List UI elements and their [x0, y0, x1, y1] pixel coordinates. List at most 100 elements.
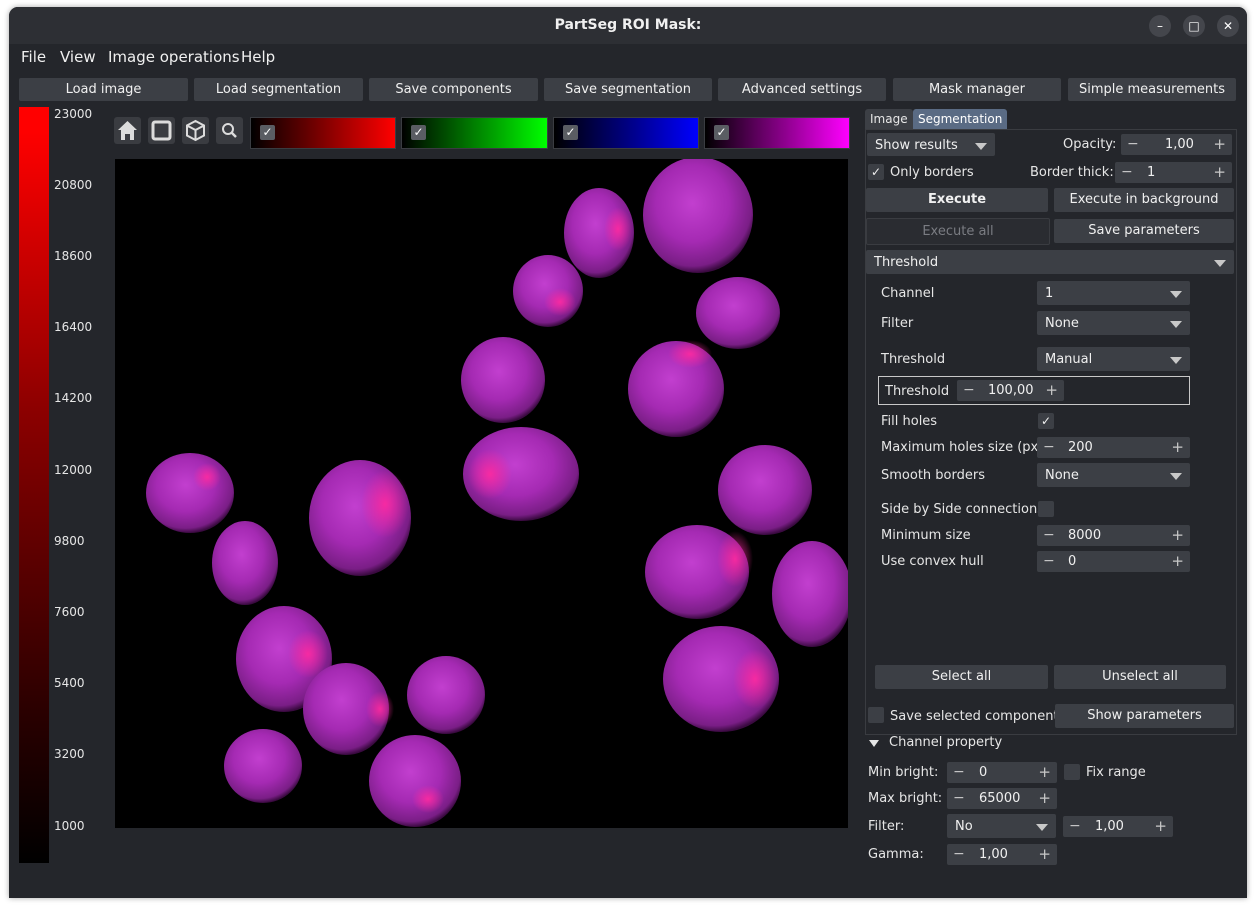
channel-2-colormap[interactable]: ✓ [401, 117, 548, 149]
menu-view[interactable]: View [60, 48, 96, 66]
save-components-button[interactable]: Save components [369, 78, 538, 101]
chevron-down-icon [975, 143, 987, 150]
threshold-value-label: Threshold [885, 384, 950, 399]
load-segmentation-button[interactable]: Load segmentation [194, 78, 363, 101]
title-bar: PartSeg ROI Mask: – □ ✕ [9, 7, 1247, 44]
colorbar-tick: 16400 [54, 320, 93, 334]
threshold-spinbox[interactable]: −100,00 + [957, 380, 1064, 401]
colorbar-tick: 14200 [54, 391, 93, 405]
chevron-down-icon [1170, 291, 1182, 298]
colormap-bar [19, 107, 49, 863]
colorbar-tick: 12000 [54, 463, 93, 477]
colorbar-tick: 20800 [54, 178, 93, 192]
min-bright-label: Min bright: [868, 765, 939, 780]
convex-hull-spinbox[interactable]: −0 + [1037, 551, 1190, 572]
menu-file[interactable]: File [21, 48, 46, 66]
save-parameters-button[interactable]: Save parameters [1054, 219, 1234, 243]
expand-triangle-icon[interactable] [869, 740, 879, 747]
smooth-borders-label: Smooth borders [881, 468, 985, 483]
chevron-down-icon [1214, 260, 1226, 267]
max-holes-label: Maximum holes size (px) [881, 440, 1044, 455]
gamma-label: Gamma: [868, 847, 924, 862]
execute-all-button[interactable]: Execute all [866, 218, 1050, 245]
menu-image-operations[interactable]: Image operations [108, 48, 240, 66]
opacity-spinbox[interactable]: −1,00 + [1121, 134, 1232, 155]
chevron-down-icon [1170, 473, 1182, 480]
save-selected-checkbox[interactable] [868, 707, 884, 723]
chevron-down-icon [1170, 321, 1182, 328]
channel-3-colormap[interactable]: ✓ [553, 117, 699, 149]
filter-sigma-spinbox[interactable]: −1,00 + [1063, 816, 1173, 837]
simple-measurements-button[interactable]: Simple measurements [1068, 78, 1236, 101]
channel-label: Channel [881, 286, 935, 301]
filter-label: Filter [881, 316, 914, 331]
channel-property-header[interactable]: Channel property [889, 735, 1002, 750]
close-button[interactable]: ✕ [1217, 15, 1239, 37]
channel-2-checkbox[interactable]: ✓ [411, 125, 426, 140]
chevron-down-icon [1036, 824, 1048, 831]
convex-hull-label: Use convex hull [881, 554, 984, 569]
advanced-settings-button[interactable]: Advanced settings [718, 78, 886, 101]
maximize-button[interactable]: □ [1183, 15, 1205, 37]
home-icon[interactable] [114, 117, 141, 144]
channel-4-checkbox[interactable]: ✓ [714, 125, 729, 140]
fix-range-checkbox[interactable] [1064, 764, 1080, 780]
channel-combo[interactable]: 1 [1037, 281, 1190, 305]
min-size-label: Minimum size [881, 528, 971, 543]
colorbar-tick: 3200 [54, 747, 85, 761]
show-results-combo[interactable]: Show results [867, 133, 995, 156]
fix-range-label: Fix range [1086, 765, 1146, 780]
opacity-label: Opacity: [1063, 137, 1117, 152]
gamma-spinbox[interactable]: −1,00 + [947, 844, 1057, 865]
max-bright-label: Max bright: [868, 791, 943, 806]
side-by-side-label: Side by Side connections [881, 502, 1044, 517]
only-borders-label: Only borders [890, 165, 974, 180]
execute-button[interactable]: Execute [866, 188, 1048, 212]
chevron-down-icon [1170, 357, 1182, 364]
mask-manager-button[interactable]: Mask manager [893, 78, 1061, 101]
algorithm-combo[interactable]: Threshold [866, 250, 1234, 274]
3d-cube-icon[interactable] [182, 117, 209, 144]
channel-1-colormap[interactable]: ✓ [250, 117, 396, 149]
channel-3-checkbox[interactable]: ✓ [563, 125, 578, 140]
save-segmentation-button[interactable]: Save segmentation [544, 78, 712, 101]
side-by-side-checkbox[interactable] [1038, 501, 1054, 517]
microscopy-image [146, 159, 848, 827]
max-bright-spinbox[interactable]: −65000 + [947, 788, 1057, 809]
tab-image[interactable]: Image [865, 109, 913, 129]
select-all-button[interactable]: Select all [875, 665, 1048, 689]
only-borders-checkbox[interactable]: ✓ [868, 164, 884, 180]
menu-help[interactable]: Help [241, 48, 275, 66]
app-window: PartSeg ROI Mask: – □ ✕ File View Image … [9, 7, 1247, 898]
border-thick-spinbox[interactable]: −1 + [1115, 162, 1232, 183]
filter-property-label: Filter: [868, 819, 905, 834]
threshold-type-label: Threshold [881, 352, 946, 367]
filter-combo[interactable]: None [1037, 311, 1190, 335]
channel-4-colormap[interactable]: ✓ [704, 117, 850, 149]
min-size-spinbox[interactable]: −8000 + [1037, 525, 1190, 546]
colorbar-tick: 18600 [54, 249, 93, 263]
min-bright-spinbox[interactable]: −0 + [947, 762, 1057, 783]
channel-1-checkbox[interactable]: ✓ [260, 125, 275, 140]
colorbar-tick: 7600 [54, 605, 85, 619]
tab-segmentation[interactable]: Segmentation [913, 109, 1008, 129]
minimize-button[interactable]: – [1149, 15, 1171, 37]
unselect-all-button[interactable]: Unselect all [1054, 665, 1226, 689]
fill-holes-checkbox[interactable]: ✓ [1038, 413, 1054, 429]
filter-property-combo[interactable]: No [947, 814, 1056, 838]
frame-icon[interactable] [148, 117, 175, 144]
max-holes-spinbox[interactable]: −200 + [1037, 437, 1190, 458]
smooth-borders-combo[interactable]: None [1037, 463, 1190, 487]
show-parameters-button[interactable]: Show parameters [1055, 704, 1234, 728]
zoom-icon[interactable] [216, 117, 243, 144]
colorbar-tick: 9800 [54, 534, 85, 548]
colorbar-tick: 1000 [54, 819, 85, 833]
execute-background-button[interactable]: Execute in background [1054, 188, 1234, 212]
image-canvas[interactable] [115, 159, 848, 828]
menu-bar: File View Image operations Help [9, 44, 1247, 70]
save-selected-label: Save selected components [890, 709, 1066, 724]
threshold-type-combo[interactable]: Manual [1037, 347, 1190, 371]
colorbar-tick: 23000 [54, 107, 93, 121]
colorbar-tick: 5400 [54, 676, 85, 690]
load-image-button[interactable]: Load image [19, 78, 188, 101]
